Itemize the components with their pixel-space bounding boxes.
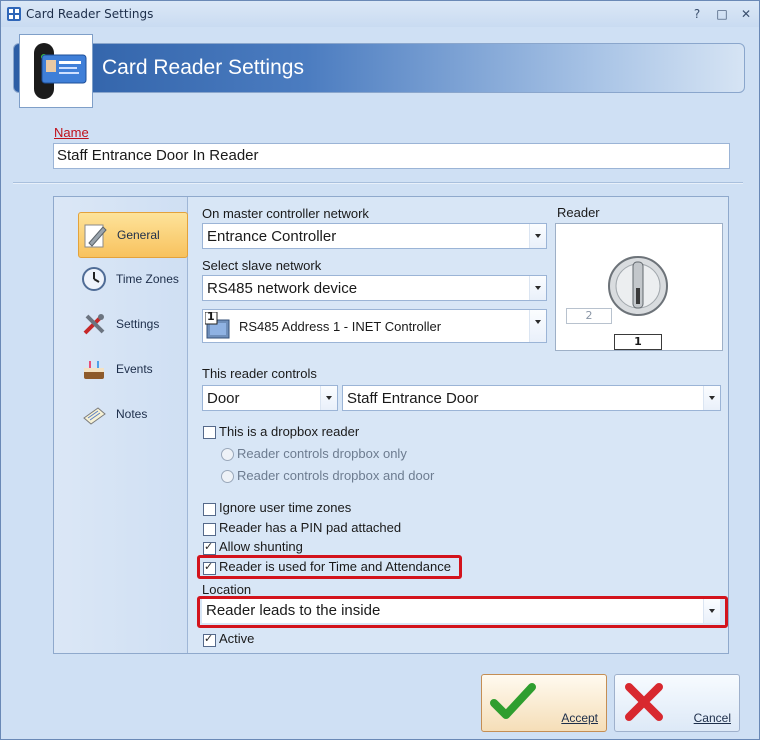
device-address-value: RS485 Address 1 - INET Controller [239, 319, 442, 334]
reader-label: Reader [557, 205, 600, 220]
ignore-time-zones-label: Ignore user time zones [219, 500, 352, 515]
title-bar: Card Reader Settings ? □ ✕ [1, 1, 759, 27]
chevron-down-icon[interactable] [320, 386, 337, 410]
device-address-badge: 1 [207, 310, 215, 323]
pencil-paper-icon [79, 219, 111, 251]
master-network-select[interactable]: Entrance Controller [202, 223, 547, 249]
dropbox-checkbox[interactable] [203, 426, 216, 439]
dropbox-door-radio[interactable] [221, 470, 234, 483]
dropbox-label: This is a dropbox reader [219, 424, 360, 439]
tab-notes-label: Notes [116, 407, 148, 421]
checkmark-icon [490, 681, 536, 725]
accept-label: Accept [561, 711, 598, 725]
chevron-down-icon[interactable] [529, 310, 546, 342]
nav-sidebar: General Time Zones Settings Events Notes [54, 197, 188, 653]
active-label: Active [219, 631, 255, 646]
tab-general-label: General [117, 228, 160, 242]
tab-settings[interactable]: Settings [78, 302, 186, 346]
help-button[interactable]: ? [687, 4, 707, 24]
reader-panel: 2 1 [555, 223, 723, 351]
controls-type-value: Door [207, 390, 240, 407]
chevron-down-icon[interactable] [703, 386, 720, 410]
accept-button[interactable]: Accept [481, 674, 607, 732]
dropbox-only-radio[interactable] [221, 448, 234, 461]
cancel-button[interactable]: Cancel [614, 674, 740, 732]
time-attendance-label: Reader is used for Time and Attendance [219, 559, 451, 574]
allow-shunting-label: Allow shunting [219, 539, 303, 554]
tools-icon [78, 308, 110, 340]
maximize-button[interactable]: □ [712, 4, 732, 24]
pin-pad-label: Reader has a PIN pad attached [219, 520, 402, 535]
page-title: Card Reader Settings [102, 56, 304, 79]
reader-option-1[interactable]: 1 [614, 334, 662, 350]
tab-notes[interactable]: Notes [78, 392, 186, 436]
allow-shunting-checkbox[interactable] [203, 540, 216, 555]
general-content: On master controller network Entrance Co… [188, 197, 728, 653]
slave-network-value: RS485 network device [207, 280, 358, 297]
master-network-label: On master controller network [202, 206, 369, 221]
chevron-down-icon[interactable] [529, 276, 546, 300]
divider [13, 182, 743, 184]
time-attendance-checkbox[interactable] [203, 560, 216, 575]
dropbox-door-label: Reader controls dropbox and door [237, 468, 435, 483]
window-title: Card Reader Settings [26, 7, 154, 21]
name-label: Name [54, 125, 89, 140]
slave-network-label: Select slave network [202, 258, 322, 273]
card-reader-icon [19, 34, 93, 108]
active-checkbox[interactable] [203, 632, 216, 647]
chevron-down-icon[interactable] [529, 224, 546, 248]
tab-settings-label: Settings [116, 317, 160, 331]
close-button[interactable]: ✕ [736, 4, 756, 24]
cross-icon [623, 681, 665, 727]
page-header: Card Reader Settings [13, 43, 745, 93]
chevron-down-icon[interactable] [703, 599, 720, 623]
tab-time-zones-label: Time Zones [116, 272, 179, 286]
slave-network-select[interactable]: RS485 network device [202, 275, 547, 301]
card-reader-settings-window: Card Reader Settings ? □ ✕ Card Reader S… [0, 0, 760, 740]
ignore-time-zones-checkbox[interactable] [203, 503, 216, 516]
location-value: Reader leads to the inside [206, 602, 381, 619]
clock-icon [78, 263, 110, 295]
notes-icon [78, 398, 110, 430]
reader-knob-icon[interactable] [606, 254, 670, 318]
controls-type-select[interactable]: Door [202, 385, 338, 411]
master-network-value: Entrance Controller [207, 228, 337, 245]
settings-panel: General Time Zones Settings Events Notes… [53, 196, 729, 654]
controls-target-value: Staff Entrance Door [347, 390, 479, 407]
reader-controls-label: This reader controls [202, 366, 317, 381]
tab-time-zones[interactable]: Time Zones [78, 257, 186, 301]
tab-events[interactable]: Events [78, 347, 186, 391]
device-address-select[interactable]: 1 RS485 Address 1 - INET Controller [202, 309, 547, 343]
pin-pad-checkbox[interactable] [203, 523, 216, 536]
tab-general[interactable]: General [78, 212, 188, 258]
app-icon [7, 7, 21, 21]
location-label: Location [202, 582, 252, 597]
cancel-label: Cancel [693, 711, 731, 725]
name-field[interactable]: Staff Entrance Door In Reader [53, 143, 730, 169]
reader-option-2[interactable]: 2 [566, 308, 612, 324]
cake-icon [78, 353, 110, 385]
location-select[interactable]: Reader leads to the inside [202, 599, 720, 623]
tab-events-label: Events [116, 362, 153, 376]
controls-target-select[interactable]: Staff Entrance Door [342, 385, 721, 411]
dropbox-only-label: Reader controls dropbox only [237, 446, 407, 461]
